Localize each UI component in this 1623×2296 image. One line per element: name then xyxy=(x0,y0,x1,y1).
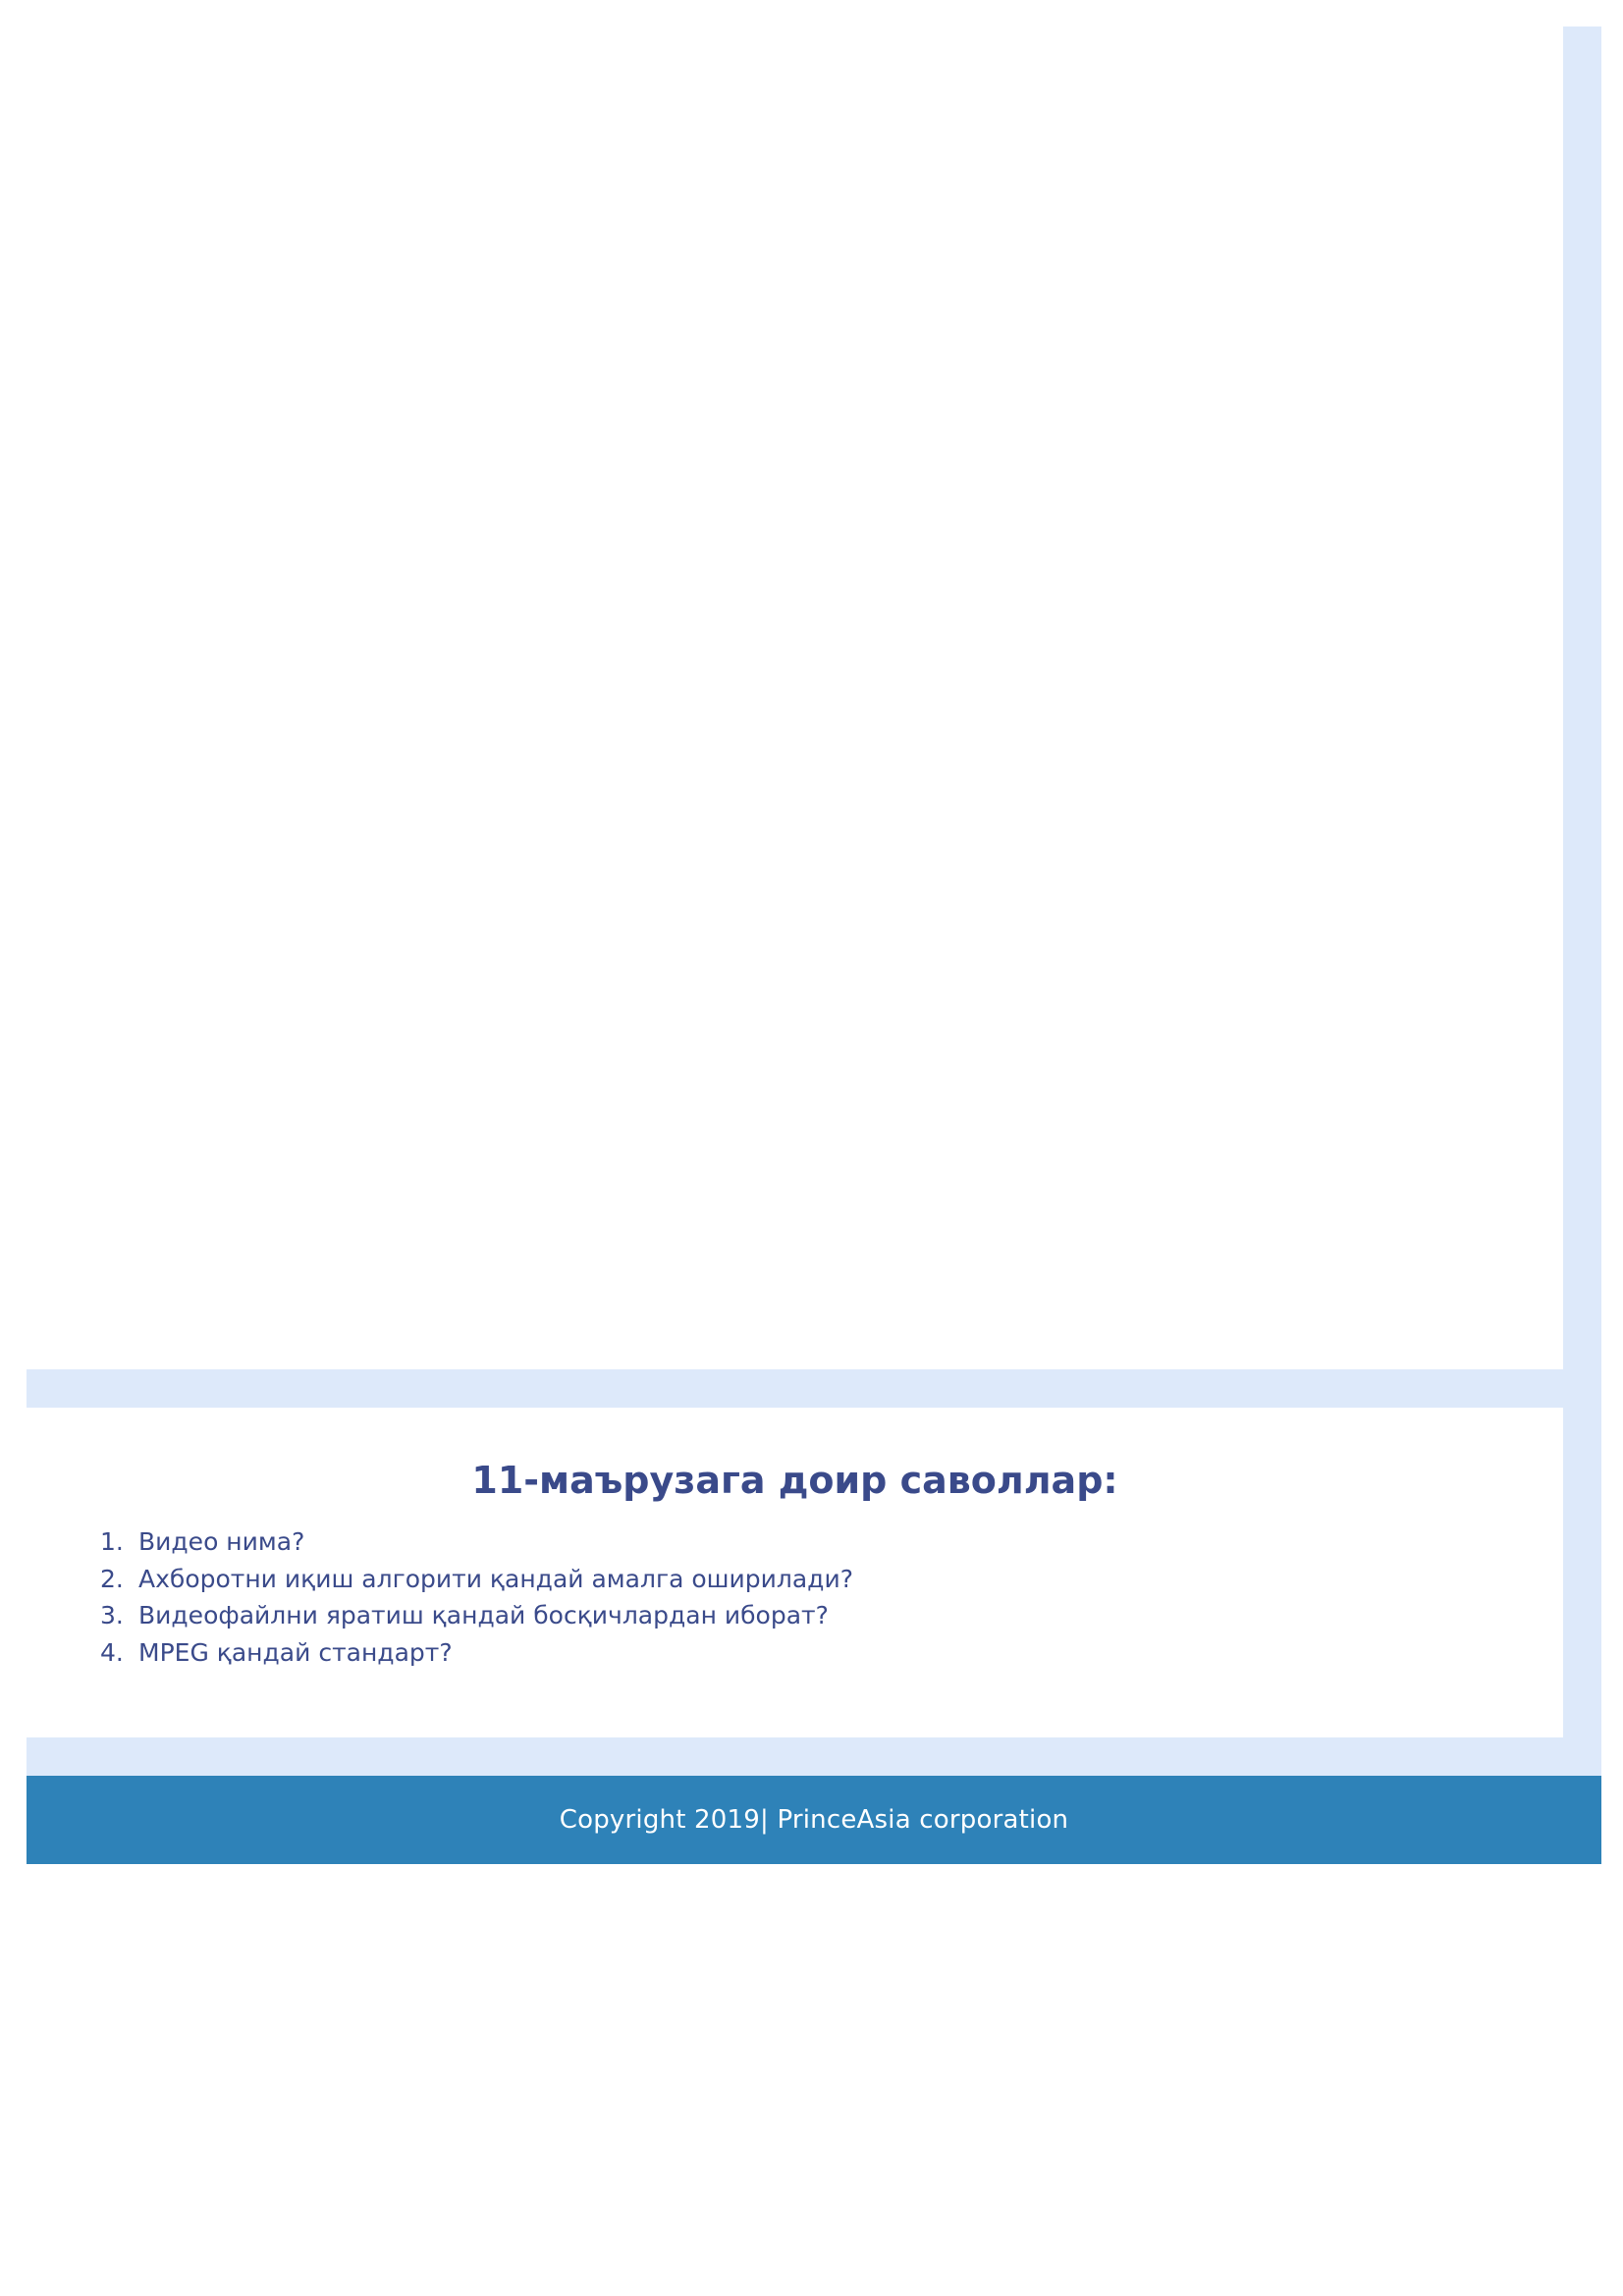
question-item: 4. MPEG қандай стандарт? xyxy=(100,1634,853,1672)
question-number: 4. xyxy=(100,1637,124,1667)
question-text: Видеофайлни яратиш қандай босқичлардан и… xyxy=(138,1601,829,1629)
question-number: 2. xyxy=(100,1564,124,1593)
questions-panel: 11-маърузага доир саволлар: 1. Видео нима… xyxy=(27,1408,1563,1737)
question-item: 3. Видеофайлни яратиш қандай босқичлардан… xyxy=(100,1597,853,1634)
question-number: 1. xyxy=(100,1527,124,1556)
question-text: MPEG қандай стандарт? xyxy=(138,1637,453,1667)
content-panel-blank xyxy=(27,27,1563,1369)
copyright-text: Copyright 2019| PrinceAsia corporation xyxy=(559,1805,1069,1835)
question-text: Ахборотни иқиш алгорити қандай амалга ош… xyxy=(138,1564,853,1593)
question-item: 1. Видео нима? xyxy=(100,1523,853,1561)
footer-bar: Copyright 2019| PrinceAsia corporation xyxy=(27,1776,1601,1864)
question-item: 2. Ахборотни иқиш алгорити қандай амалга … xyxy=(100,1561,853,1598)
document-page: 11-маърузага доир саволлар: 1. Видео нима… xyxy=(0,0,1623,2296)
page-frame: 11-маърузага доир саволлар: 1. Видео нима… xyxy=(27,27,1601,1864)
question-number: 3. xyxy=(100,1601,124,1629)
questions-list: 1. Видео нима? 2. Ахборотни иқиш алгорити … xyxy=(100,1523,853,1671)
questions-title: 11-маърузага доир саволлар: xyxy=(471,1459,1118,1502)
question-text: Видео нима? xyxy=(138,1527,305,1556)
